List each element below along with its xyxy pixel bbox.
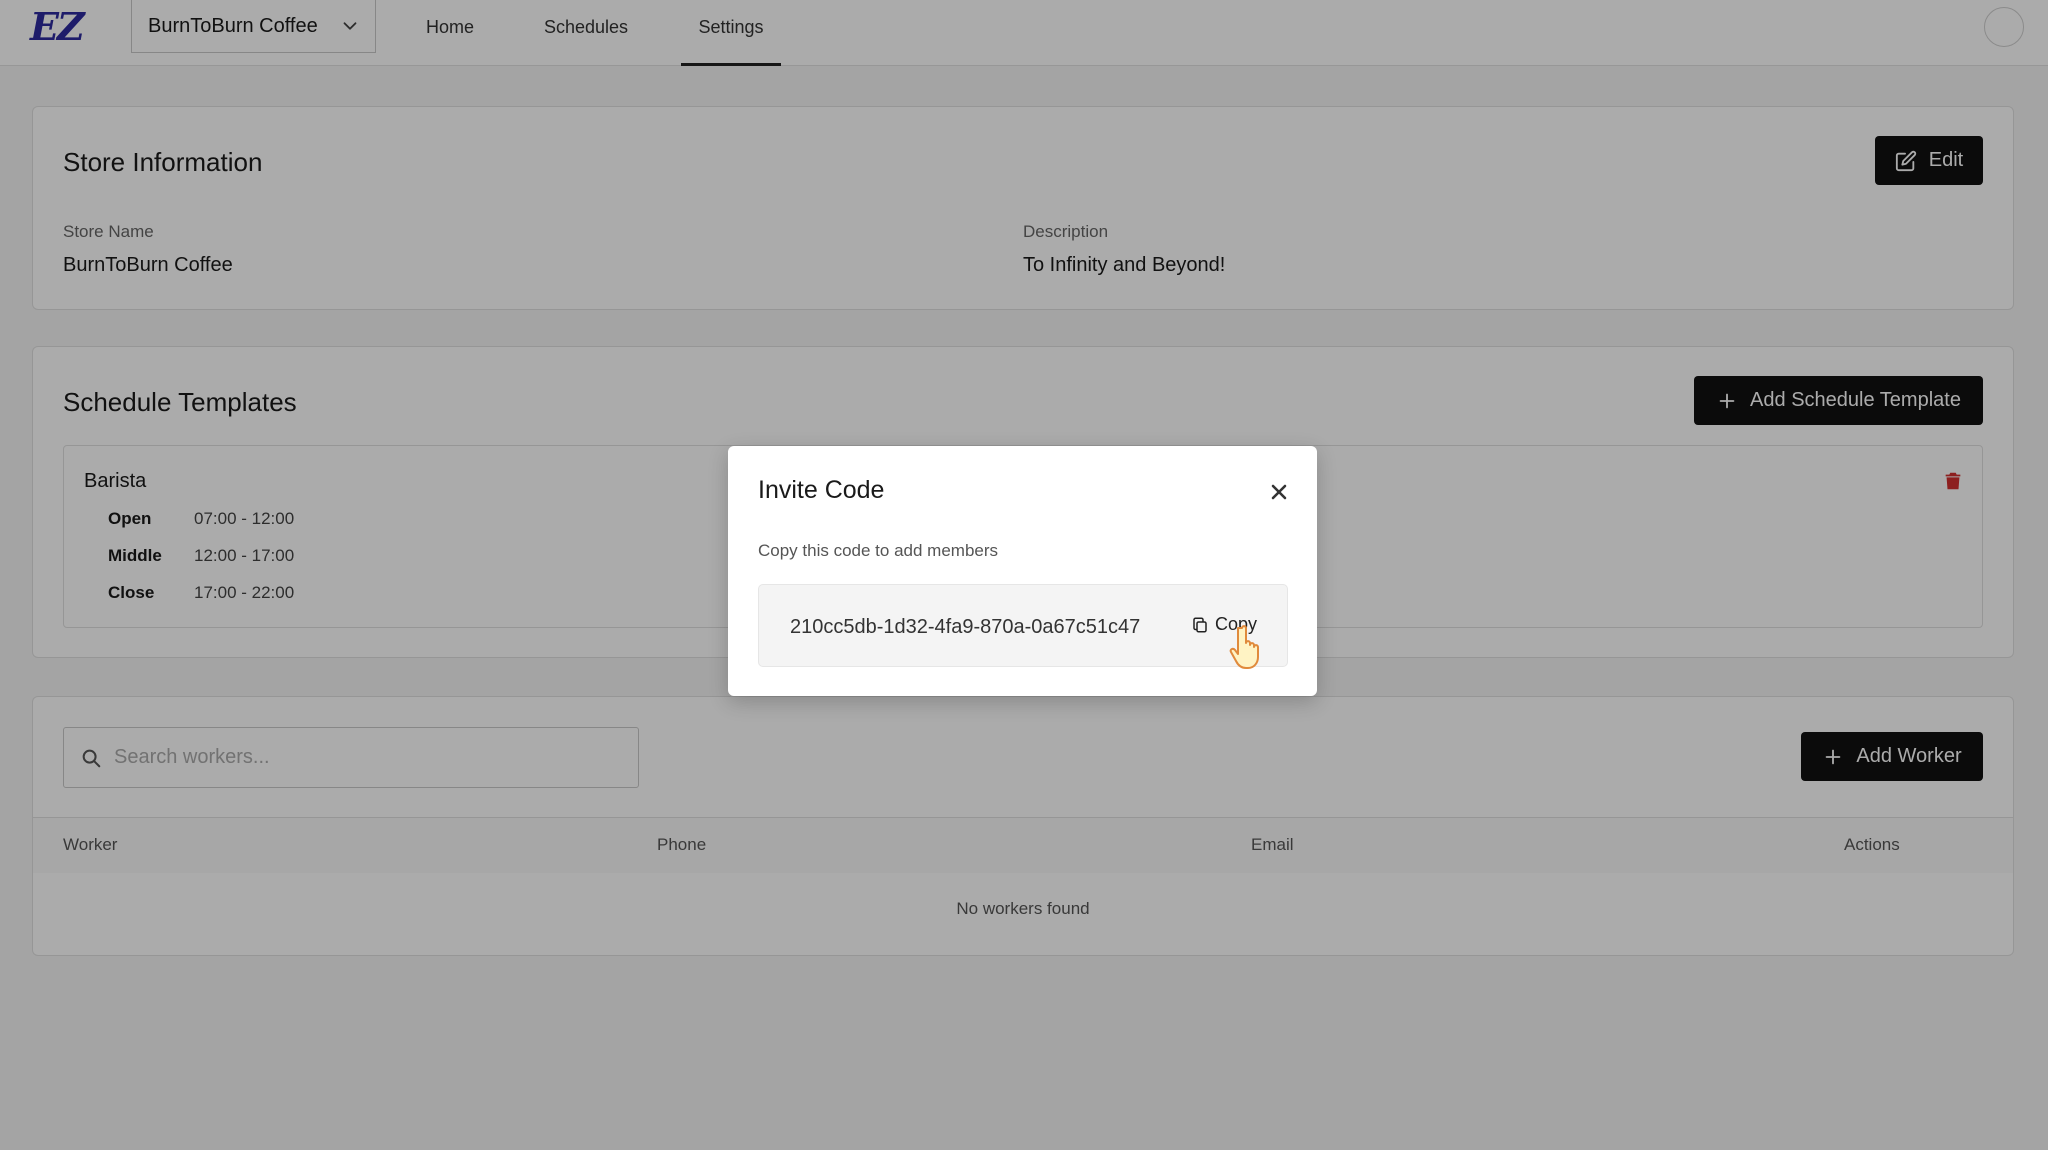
invite-code-modal: Invite Code Copy this code to add member…	[728, 446, 1317, 696]
copy-icon	[1193, 617, 1207, 632]
invite-code-box: 210cc5db-1d32-4fa9-870a-0a67c51c47 Copy	[758, 584, 1288, 667]
modal-title: Invite Code	[758, 476, 885, 504]
hand-pointer-cursor-icon	[1229, 625, 1259, 669]
invite-code-value[interactable]: 210cc5db-1d32-4fa9-870a-0a67c51c47	[790, 616, 1140, 639]
modal-subtitle: Copy this code to add members	[758, 541, 999, 560]
close-icon[interactable]	[1267, 480, 1291, 504]
